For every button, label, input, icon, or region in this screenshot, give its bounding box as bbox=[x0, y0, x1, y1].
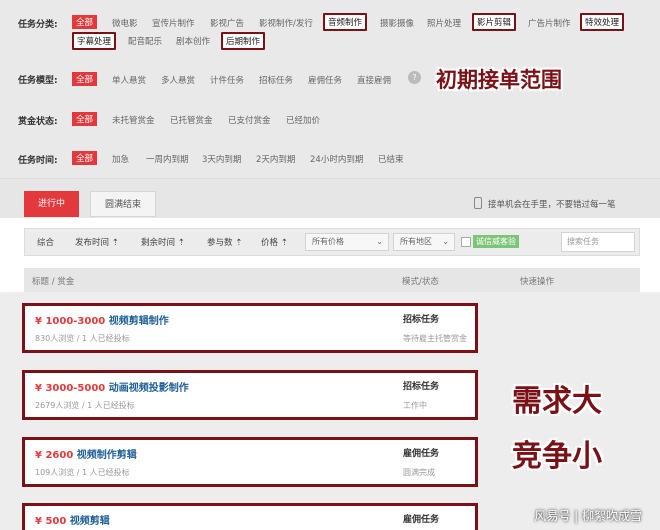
filter-option-vfx[interactable]: 特效处理 bbox=[580, 13, 625, 31]
filter-option[interactable]: 剧本创作 bbox=[176, 35, 210, 47]
chevron-down-icon: ⌄ bbox=[376, 237, 383, 246]
annotation-demand: 需求大 bbox=[512, 384, 602, 419]
task-card[interactable]: ¥ 500 视频剪辑 雇佣任务 bbox=[22, 503, 478, 530]
filter-option[interactable]: 多人悬赏 bbox=[161, 74, 195, 86]
filter-option-all[interactable]: 全部 bbox=[72, 112, 98, 126]
price-select-value: 所有价格 bbox=[312, 237, 344, 246]
filter-option[interactable]: 加急 bbox=[112, 153, 129, 165]
task-price: ¥ 3000-5000 bbox=[35, 383, 106, 394]
filter-option[interactable]: 未托管赏金 bbox=[112, 114, 155, 126]
filter-option[interactable]: 已支付赏金 bbox=[228, 114, 271, 126]
filter-option[interactable]: 微电影 bbox=[112, 17, 138, 29]
phone-note: 接单机会在手里，不要错过每一笔 bbox=[488, 200, 616, 210]
watermark: 风易号 | 柳絮吹成雪 bbox=[534, 509, 642, 523]
filter-option[interactable]: 广告片制作 bbox=[528, 17, 571, 29]
filter-option[interactable]: 雇佣任务 bbox=[308, 74, 342, 86]
filter-option-all[interactable]: 全部 bbox=[72, 72, 98, 86]
task-mode: 招标任务 bbox=[403, 315, 440, 325]
search-input[interactable]: 搜索任务 bbox=[561, 232, 635, 252]
tab-completed[interactable]: 圆满结束 bbox=[90, 191, 157, 217]
task-status: 等待雇主托管赏金 bbox=[403, 334, 467, 343]
phone-icon bbox=[474, 197, 482, 209]
filter-option[interactable]: 已托管赏金 bbox=[170, 114, 213, 126]
annotation-range: 初期接单范围 bbox=[436, 68, 562, 92]
task-status: 工作中 bbox=[403, 401, 427, 410]
filter-option-all[interactable]: 全部 bbox=[72, 15, 98, 29]
column-mode: 模式/状态 bbox=[402, 277, 439, 287]
filter-option[interactable]: 配音配乐 bbox=[128, 35, 162, 47]
task-title-line: ¥ 2600 视频制作剪辑 bbox=[35, 446, 137, 461]
filter-option[interactable]: 照片处理 bbox=[427, 17, 461, 29]
tab-in-progress[interactable]: 进行中 bbox=[24, 191, 80, 217]
task-title-line: ¥ 3000-5000 动画视频投影制作 bbox=[35, 379, 189, 394]
chevron-down-icon: ⌄ bbox=[442, 237, 449, 246]
filter-label-model: 任务模型: bbox=[18, 76, 58, 86]
filter-label-type: 任务分类: bbox=[18, 20, 58, 30]
filter-option[interactable]: 计件任务 bbox=[210, 74, 244, 86]
task-card[interactable]: ¥ 2600 视频制作剪辑 109人浏览 / 1 人已经投标 雇佣任务 圆满完成 bbox=[22, 437, 478, 487]
task-price: ¥ 2600 bbox=[35, 450, 74, 461]
task-mode: 雇佣任务 bbox=[403, 449, 440, 459]
price-select[interactable]: 所有价格 ⌄ bbox=[305, 233, 389, 251]
column-title: 标题 / 赏金 bbox=[32, 277, 75, 287]
task-meta: 830人浏览 / 1 人已经投标 bbox=[35, 334, 130, 343]
sort-price[interactable]: 价格 ⇡ bbox=[261, 236, 288, 248]
task-title[interactable]: 动画视频投影制作 bbox=[109, 383, 189, 394]
filter-option-audio[interactable]: 音频制作 bbox=[323, 13, 368, 31]
sort-publish-time[interactable]: 发布时间 ⇡ bbox=[75, 236, 119, 248]
task-price: ¥ 500 bbox=[35, 516, 67, 527]
filter-option-all[interactable]: 全部 bbox=[72, 151, 98, 165]
task-title[interactable]: 视频制作剪辑 bbox=[77, 450, 137, 461]
annotation-competition: 竞争小 bbox=[512, 439, 602, 474]
filter-option[interactable]: 单人悬赏 bbox=[112, 74, 146, 86]
trust-badge: 诚信威客验 bbox=[473, 235, 519, 248]
filter-option[interactable]: 一周内到期 bbox=[146, 153, 189, 165]
sort-participants[interactable]: 参与数 ⇡ bbox=[207, 236, 242, 248]
task-price: ¥ 1000-3000 bbox=[35, 316, 106, 327]
region-select[interactable]: 所有地区 ⌄ bbox=[393, 233, 455, 251]
filter-option[interactable]: 摄影摄像 bbox=[380, 17, 414, 29]
task-card[interactable]: ¥ 3000-5000 动画视频投影制作 2679人浏览 / 1 人已经投标 招… bbox=[22, 370, 478, 420]
filter-option[interactable]: 影视广告 bbox=[210, 17, 244, 29]
filter-option[interactable]: 已经加价 bbox=[286, 114, 320, 126]
task-mode: 招标任务 bbox=[403, 382, 440, 392]
sort-bar: 综合 发布时间 ⇡ 剩余时间 ⇡ 参与数 ⇡ 价格 ⇡ 所有价格 ⌄ 所有地区 … bbox=[24, 228, 640, 256]
sort-remaining-time[interactable]: 剩余时间 ⇡ bbox=[141, 236, 185, 248]
filter-option-post[interactable]: 后期制作 bbox=[221, 32, 266, 50]
task-status: 圆满完成 bbox=[403, 468, 435, 477]
region-select-value: 所有地区 bbox=[400, 237, 432, 246]
status-tabs: 进行中 圆满结束 接单机会在手里，不要错过每一笔 bbox=[0, 178, 660, 218]
filter-label-reward: 赏金状态: bbox=[18, 117, 58, 127]
column-action: 快速操作 bbox=[520, 277, 555, 287]
filter-option[interactable]: 3天内到期 bbox=[202, 153, 241, 165]
task-card[interactable]: ¥ 1000-3000 视频剪辑制作 830人浏览 / 1 人已经投标 招标任务… bbox=[22, 303, 478, 353]
filter-reward-status: 赏金状态: 全部 未托管赏金 已托管赏金 已支付赏金 已经加价 bbox=[0, 100, 660, 138]
filter-option-film-edit[interactable]: 影片剪辑 bbox=[472, 13, 517, 31]
task-title-line: ¥ 500 视频剪辑 bbox=[35, 512, 110, 527]
help-icon[interactable]: ? bbox=[408, 71, 421, 84]
filter-option-subtitle[interactable]: 字幕处理 bbox=[72, 32, 117, 50]
filter-option[interactable]: 24小时内到期 bbox=[310, 153, 363, 165]
sort-comprehensive[interactable]: 综合 bbox=[37, 236, 54, 248]
task-title[interactable]: 视频剪辑制作 bbox=[109, 316, 169, 327]
filter-task-type: 任务分类: 全部 微电影 宣传片制作 影视广告 影视制作/发行 音频制作 摄影摄… bbox=[0, 0, 660, 56]
filter-task-time: 任务时间: 全部 加急 一周内到期 3天内到期 2天内到期 24小时内到期 已结… bbox=[0, 138, 660, 178]
trust-checkbox[interactable] bbox=[461, 237, 471, 247]
filter-label-time: 任务时间: bbox=[18, 156, 58, 166]
filter-option[interactable]: 宣传片制作 bbox=[152, 17, 195, 29]
task-meta: 109人浏览 / 1 人已经投标 bbox=[35, 468, 130, 477]
filter-option[interactable]: 直接雇佣 bbox=[357, 74, 391, 86]
table-header: 标题 / 赏金 模式/状态 快速操作 bbox=[24, 268, 640, 292]
task-meta: 2679人浏览 / 1 人已经投标 bbox=[35, 401, 135, 410]
filter-option[interactable]: 已结束 bbox=[378, 153, 404, 165]
filter-option[interactable]: 影视制作/发行 bbox=[259, 17, 313, 29]
filter-option[interactable]: 2天内到期 bbox=[256, 153, 295, 165]
filter-option[interactable]: 招标任务 bbox=[259, 74, 293, 86]
task-mode: 雇佣任务 bbox=[403, 515, 440, 525]
task-title-line: ¥ 1000-3000 视频剪辑制作 bbox=[35, 312, 169, 327]
task-title[interactable]: 视频剪辑 bbox=[70, 516, 110, 527]
